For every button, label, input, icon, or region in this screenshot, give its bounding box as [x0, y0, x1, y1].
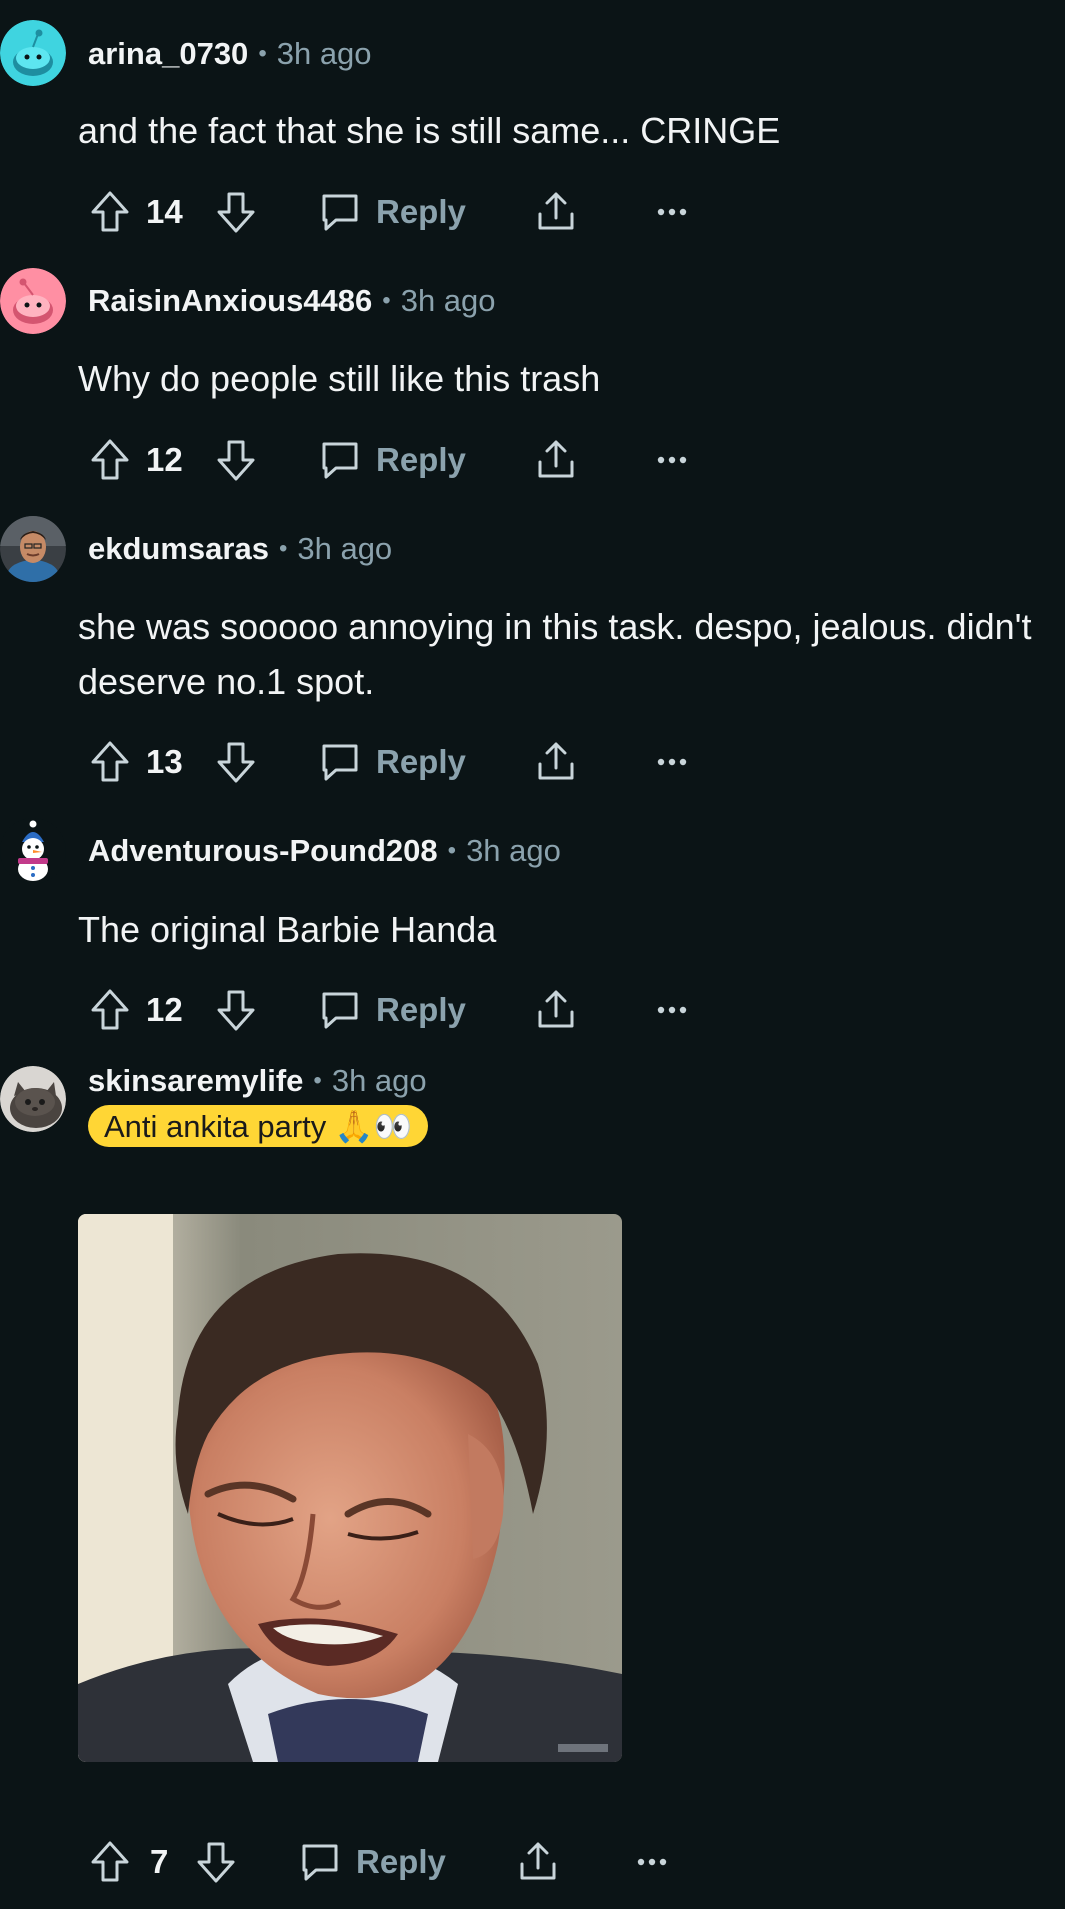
reply-button[interactable]: Reply [318, 184, 466, 240]
reply-button[interactable]: Reply [318, 734, 466, 790]
share-icon [520, 1842, 556, 1880]
comment-icon [322, 194, 358, 231]
downvote-button[interactable] [214, 432, 258, 488]
timestamp: 3h ago [466, 833, 561, 868]
share-icon [538, 440, 574, 478]
share-icon [538, 192, 574, 230]
reply-button[interactable]: Reply [298, 1834, 446, 1890]
reply-label: Reply [356, 1843, 446, 1880]
share-button[interactable] [534, 184, 578, 240]
timestamp: 3h ago [400, 283, 496, 318]
vote-score: 7 [150, 1843, 169, 1880]
downvote-button[interactable] [194, 1834, 238, 1890]
comment-text: and the fact that she is still same... C… [78, 110, 781, 151]
vote-score: 12 [146, 991, 183, 1028]
vote-score: 12 [146, 441, 183, 478]
avatar[interactable] [0, 268, 66, 334]
downvote-icon [217, 440, 255, 481]
reply-button[interactable]: Reply [318, 432, 466, 488]
upvote-icon [91, 439, 129, 480]
reply-label: Reply [376, 743, 466, 780]
comment-text: she was sooooo annoying in this task. de… [78, 606, 1032, 702]
reply-label: Reply [376, 991, 466, 1028]
comment-icon [322, 442, 358, 479]
more-options-button[interactable] [650, 982, 694, 1038]
timestamp: 3h ago [331, 1063, 427, 1098]
upvote-button[interactable] [88, 1834, 132, 1890]
upvote-icon [91, 989, 129, 1030]
user-flair: Anti ankita party 🙏👀 [88, 1105, 429, 1147]
downvote-icon [217, 192, 255, 233]
avatar[interactable] [0, 1066, 66, 1132]
more-icon [657, 758, 687, 766]
username[interactable]: Adventurous-Pound208 [88, 833, 438, 869]
username[interactable]: ekdumsaras [88, 531, 269, 567]
upvote-icon [91, 191, 129, 232]
separator-dot: • [258, 40, 267, 67]
separator-dot: • [382, 287, 391, 314]
upvote-button[interactable] [88, 982, 132, 1038]
comment-text: Why do people still like this trash [78, 358, 601, 399]
vote-score: 13 [146, 743, 183, 780]
avatar[interactable] [0, 516, 66, 582]
comment-icon [322, 744, 358, 781]
separator-dot: • [313, 1067, 322, 1094]
more-icon [657, 208, 687, 216]
username[interactable]: RaisinAnxious4486 [88, 283, 372, 319]
upvote-button[interactable] [88, 184, 132, 240]
avatar[interactable] [0, 818, 66, 884]
username[interactable]: arina_0730 [88, 36, 248, 72]
downvote-icon [217, 990, 255, 1031]
share-button[interactable] [534, 432, 578, 488]
reply-label: Reply [376, 193, 466, 230]
more-options-button[interactable] [630, 1834, 674, 1890]
comment-icon [302, 1844, 338, 1881]
cringing-man-gif[interactable] [78, 1214, 622, 1762]
vote-score: 14 [146, 193, 183, 230]
share-icon [538, 990, 574, 1028]
username[interactable]: skinsaremylife [88, 1063, 303, 1099]
downvote-button[interactable] [214, 982, 258, 1038]
comment-text: The original Barbie Handa [78, 909, 497, 950]
downvote-button[interactable] [214, 184, 258, 240]
downvote-button[interactable] [214, 734, 258, 790]
share-button[interactable] [516, 1834, 560, 1890]
upvote-icon [91, 741, 129, 782]
timestamp: 3h ago [276, 36, 372, 71]
downvote-icon [217, 742, 255, 783]
upvote-icon [91, 1841, 129, 1882]
comment-icon [322, 992, 358, 1029]
more-options-button[interactable] [650, 184, 694, 240]
share-button[interactable] [534, 982, 578, 1038]
share-button[interactable] [534, 734, 578, 790]
downvote-icon [197, 1842, 235, 1883]
separator-dot: • [278, 535, 288, 562]
more-icon [637, 1858, 667, 1866]
avatar[interactable] [0, 20, 66, 86]
more-icon [657, 456, 687, 464]
separator-dot: • [447, 837, 457, 864]
timestamp: 3h ago [297, 531, 393, 566]
upvote-button[interactable] [88, 432, 132, 488]
more-options-button[interactable] [650, 432, 694, 488]
share-icon [538, 742, 574, 780]
more-icon [657, 1006, 687, 1014]
upvote-button[interactable] [88, 734, 132, 790]
reply-label: Reply [376, 441, 466, 478]
reply-button[interactable]: Reply [318, 982, 466, 1038]
more-options-button[interactable] [650, 734, 694, 790]
